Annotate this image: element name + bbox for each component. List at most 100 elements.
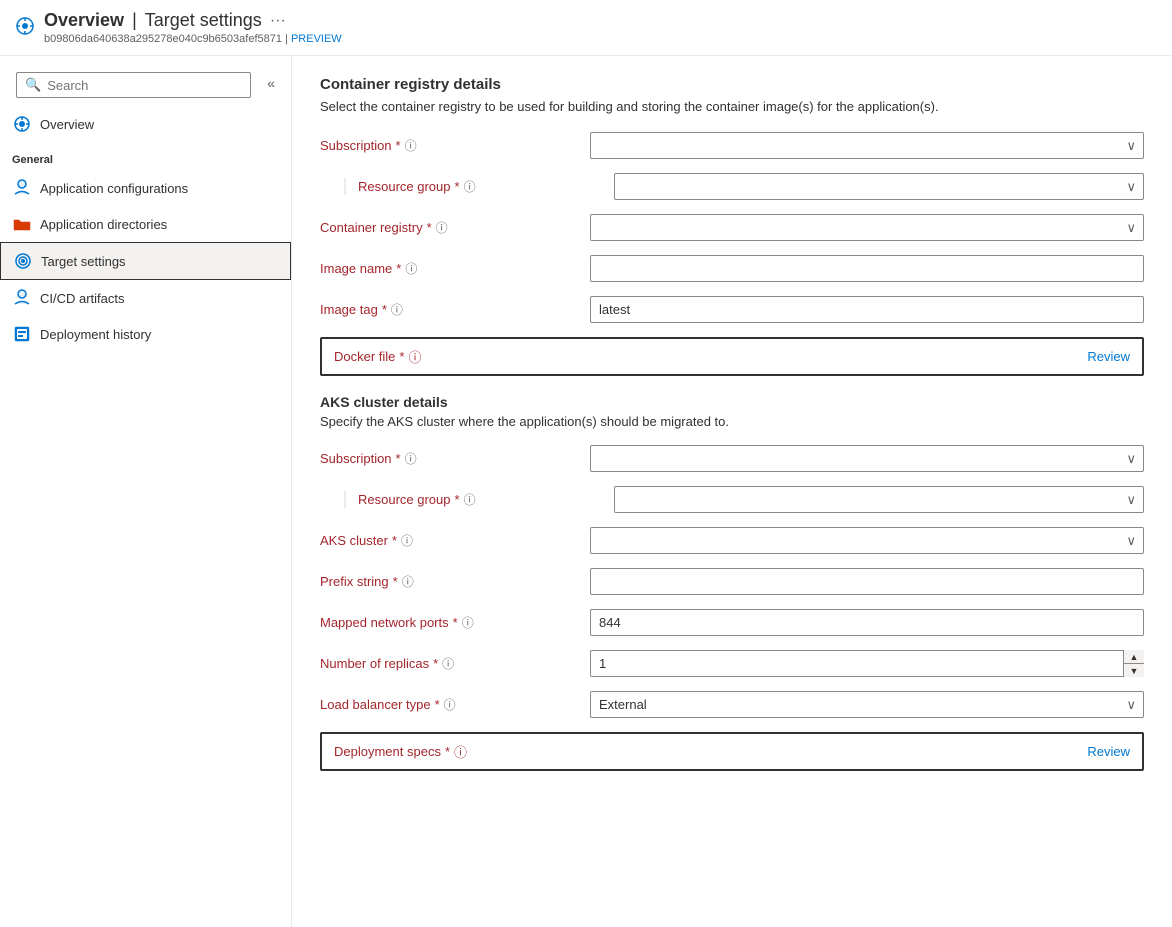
- aks-cluster-label-text: AKS cluster: [320, 533, 388, 548]
- app-directories-icon: [12, 214, 32, 234]
- header-overview: Overview: [44, 10, 124, 31]
- header-logo: [16, 17, 34, 38]
- container-registry-desc: Select the container registry to be used…: [320, 99, 1144, 114]
- load-balancer-type-required: *: [435, 697, 440, 712]
- search-icon: 🔍: [25, 77, 41, 93]
- overview-icon: [12, 114, 32, 134]
- search-input[interactable]: [47, 78, 242, 93]
- aks-resource-group-info-icon[interactable]: ⓘ: [464, 491, 476, 508]
- load-balancer-type-info-icon[interactable]: ⓘ: [444, 696, 456, 713]
- image-name-input[interactable]: [590, 255, 1144, 282]
- aks-subscription-select[interactable]: [590, 445, 1144, 472]
- aks-cluster-row: AKS cluster * ⓘ ∨: [320, 527, 1144, 554]
- mapped-network-ports-input[interactable]: [590, 609, 1144, 636]
- mapped-network-ports-label: Mapped network ports * ⓘ: [320, 614, 590, 631]
- container-registry-required: *: [427, 220, 432, 235]
- deployment-specs-label: Deployment specs * ⓘ: [334, 742, 467, 761]
- header: Overview | Target settings ··· b09806da6…: [0, 0, 1172, 56]
- container-registry-title: Container registry details: [320, 76, 1144, 93]
- image-tag-input[interactable]: [590, 296, 1144, 323]
- deployment-history-icon: [12, 324, 32, 344]
- container-registry-info-icon[interactable]: ⓘ: [436, 219, 448, 236]
- header-separator: |: [132, 10, 137, 31]
- image-tag-required: *: [382, 302, 387, 317]
- header-page-title: Target settings: [145, 10, 262, 31]
- sidebar-item-target-settings[interactable]: Target settings: [0, 242, 291, 280]
- header-more-options[interactable]: ···: [270, 12, 286, 30]
- aks-resource-group-select-wrapper: ∨: [614, 486, 1144, 513]
- aks-cluster-select-wrapper: ∨: [590, 527, 1144, 554]
- resource-group-label: Resource group * ⓘ: [344, 178, 614, 195]
- aks-resource-group-select[interactable]: [614, 486, 1144, 513]
- image-tag-label: Image tag * ⓘ: [320, 301, 590, 318]
- header-preview-link[interactable]: PREVIEW: [291, 33, 342, 45]
- aks-cluster-title: AKS cluster details: [320, 394, 1144, 410]
- mapped-network-ports-label-text: Mapped network ports: [320, 615, 449, 630]
- container-registry-label: Container registry * ⓘ: [320, 219, 590, 236]
- aks-subscription-required: *: [396, 451, 401, 466]
- docker-file-box: Docker file * ⓘ Review: [320, 337, 1144, 376]
- number-of-replicas-label: Number of replicas * ⓘ: [320, 655, 590, 672]
- resource-group-row: Resource group * ⓘ ∨: [320, 173, 1144, 200]
- sidebar-cicd-artifacts-label: CI/CD artifacts: [40, 291, 125, 306]
- sidebar-item-app-directories[interactable]: Application directories: [0, 206, 291, 242]
- container-registry-section: Container registry details Select the co…: [320, 76, 1144, 376]
- image-tag-info-icon[interactable]: ⓘ: [391, 301, 403, 318]
- resource-group-select-wrapper: ∨: [614, 173, 1144, 200]
- aks-subscription-info-icon[interactable]: ⓘ: [405, 450, 417, 467]
- docker-file-label: Docker file * ⓘ: [334, 347, 422, 366]
- subscription-info-icon[interactable]: ⓘ: [405, 137, 417, 154]
- sidebar-collapse-button[interactable]: «: [259, 71, 283, 95]
- load-balancer-type-select[interactable]: External Internal: [590, 691, 1144, 718]
- number-of-replicas-info-icon[interactable]: ⓘ: [442, 655, 454, 672]
- docker-file-review-link[interactable]: Review: [1087, 349, 1130, 364]
- subscription-label: Subscription * ⓘ: [320, 137, 590, 154]
- image-name-info-icon[interactable]: ⓘ: [405, 260, 417, 277]
- aks-resource-group-required: *: [455, 492, 460, 507]
- image-name-label: Image name * ⓘ: [320, 260, 590, 277]
- resource-group-select[interactable]: [614, 173, 1144, 200]
- image-name-required: *: [396, 261, 401, 276]
- mapped-network-ports-row: Mapped network ports * ⓘ: [320, 609, 1144, 636]
- number-of-replicas-required: *: [433, 656, 438, 671]
- subscription-select[interactable]: [590, 132, 1144, 159]
- sidebar-item-deployment-history[interactable]: Deployment history: [0, 316, 291, 352]
- mapped-network-ports-required: *: [453, 615, 458, 630]
- prefix-string-info-icon[interactable]: ⓘ: [402, 573, 414, 590]
- subscription-required: *: [396, 138, 401, 153]
- spinner-up-button[interactable]: ▲: [1124, 650, 1144, 664]
- sidebar-item-overview[interactable]: Overview: [0, 106, 291, 142]
- load-balancer-type-row: Load balancer type * ⓘ External Internal…: [320, 691, 1144, 718]
- load-balancer-type-label-text: Load balancer type: [320, 697, 431, 712]
- aks-subscription-row: Subscription * ⓘ ∨: [320, 445, 1144, 472]
- sidebar-deployment-history-label: Deployment history: [40, 327, 151, 342]
- image-tag-label-text: Image tag: [320, 302, 378, 317]
- docker-file-info-icon[interactable]: ⓘ: [408, 347, 421, 366]
- aks-resource-group-row: Resource group * ⓘ ∨: [320, 486, 1144, 513]
- deployment-specs-required: *: [445, 744, 450, 759]
- deployment-specs-box: Deployment specs * ⓘ Review: [320, 732, 1144, 771]
- prefix-string-required: *: [393, 574, 398, 589]
- container-registry-select[interactable]: [590, 214, 1144, 241]
- image-tag-row: Image tag * ⓘ: [320, 296, 1144, 323]
- sidebar-item-cicd-artifacts[interactable]: CI/CD artifacts: [0, 280, 291, 316]
- aks-cluster-select[interactable]: [590, 527, 1144, 554]
- resource-group-info-icon[interactable]: ⓘ: [464, 178, 476, 195]
- aks-cluster-info-icon[interactable]: ⓘ: [401, 532, 413, 549]
- deployment-specs-info-icon[interactable]: ⓘ: [454, 742, 467, 761]
- deployment-specs-review-link[interactable]: Review: [1087, 744, 1130, 759]
- header-meta: b09806da640638a295278e040c9b6503afef5871…: [44, 33, 342, 45]
- subscription-row: Subscription * ⓘ ∨: [320, 132, 1144, 159]
- docker-file-required: *: [399, 349, 404, 364]
- spinner-down-button[interactable]: ▼: [1124, 664, 1144, 677]
- subscription-label-text: Subscription: [320, 138, 392, 153]
- sidebar-item-app-configurations[interactable]: Application configurations: [0, 170, 291, 206]
- docker-file-label-text: Docker file: [334, 349, 395, 364]
- number-of-replicas-input[interactable]: [590, 650, 1144, 677]
- sidebar-overview-label: Overview: [40, 117, 94, 132]
- cicd-artifacts-icon: [12, 288, 32, 308]
- prefix-string-input[interactable]: [590, 568, 1144, 595]
- mapped-network-ports-info-icon[interactable]: ⓘ: [462, 614, 474, 631]
- container-registry-row: Container registry * ⓘ ∨: [320, 214, 1144, 241]
- deployment-specs-label-text: Deployment specs: [334, 744, 441, 759]
